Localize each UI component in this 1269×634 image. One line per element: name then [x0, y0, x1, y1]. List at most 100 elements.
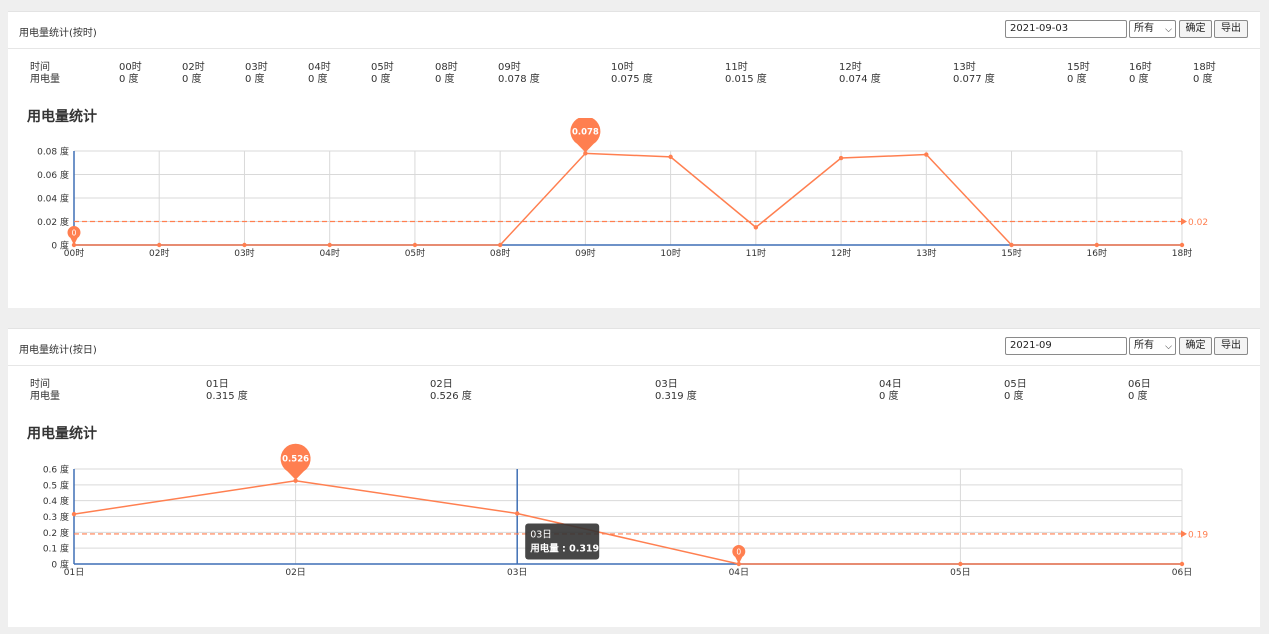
hourly-line-chart: 0 度0.02 度0.04 度0.06 度0.08 度00时 02时 03时 04时 0… — [37, 118, 1208, 259]
usage-cell: 0.078 度 — [498, 74, 540, 85]
x-tick-label: 10时 — [660, 247, 680, 259]
y-tick-label: 0.2 度 — [43, 527, 69, 539]
data-point — [1179, 561, 1185, 567]
y-tick-label: 0.04 度 — [37, 193, 69, 205]
usage-cell: 0.526 度 — [430, 391, 472, 402]
data-point — [71, 511, 77, 517]
hourly-panel: 用电量统计(按时) 2021-09-03 所有 ⌵ 确定 导出 时间 用电量 00… — [8, 11, 1260, 308]
time-cell: 18时 — [1193, 62, 1216, 73]
data-point — [497, 242, 503, 248]
usage-cell: 0 度 — [308, 74, 328, 85]
usage-cell: 0 度 — [245, 74, 265, 85]
data-point — [924, 152, 929, 157]
x-tick-label: 05日 — [950, 567, 970, 578]
data-point — [242, 242, 247, 248]
usage-cell: 0.015 度 — [725, 74, 767, 85]
date-input[interactable]: 2021-09 — [1005, 337, 1127, 355]
x-tick-label: 13时 — [916, 247, 936, 259]
x-tick-label: 04时 — [319, 247, 339, 259]
series-line — [74, 152, 1182, 246]
x-tick-label: 05时 — [405, 247, 425, 259]
export-button[interactable]: 导出 — [1214, 20, 1248, 38]
scope-select[interactable]: 所有 ⌵ — [1129, 20, 1176, 38]
y-tick-label: 0.02 度 — [37, 216, 69, 228]
max-marker-label: 0.526 — [282, 455, 309, 465]
select-value: 所有 — [1134, 340, 1154, 351]
time-cell: 13时 — [953, 62, 976, 73]
x-tick-label: 09时 — [575, 247, 595, 259]
panel-header: 用电量统计(按日) 2021-09 所有 ⌵ 确定 导出 — [8, 329, 1260, 366]
x-tick-label: 12时 — [831, 247, 851, 259]
usage-cell: 0 度 — [371, 74, 391, 85]
y-tick-label: 0.4 度 — [43, 495, 69, 507]
row-label-time: 时间 — [30, 379, 50, 390]
x-tick-label: 01日 — [64, 567, 84, 578]
x-tick-label: 06日 — [1172, 567, 1192, 578]
time-cell: 08时 — [435, 62, 458, 73]
confirm-button[interactable]: 确定 — [1179, 337, 1212, 355]
scope-select[interactable]: 所有 ⌵ — [1129, 337, 1176, 355]
usage-cell: 0 度 — [119, 74, 139, 85]
panel-title: 用电量统计(按日) — [19, 345, 97, 356]
x-tick-label: 02日 — [285, 567, 305, 578]
data-point — [515, 511, 520, 516]
x-tick-label: 03时 — [234, 247, 254, 259]
export-button[interactable]: 导出 — [1214, 337, 1248, 355]
average-line-label: 0.02 — [1188, 218, 1208, 228]
usage-cell: 0 度 — [879, 391, 899, 402]
x-tick-label: 00时 — [64, 247, 84, 259]
data-table: 时间 用电量 01日 0.315 度 02日 0.526 度 03日 0.319 度 04日… — [8, 379, 1260, 405]
panel-header: 用电量统计(按时) 2021-09-03 所有 ⌵ 确定 导出 — [8, 12, 1260, 49]
time-cell: 03时 — [245, 62, 268, 73]
x-tick-label: 08时 — [490, 247, 510, 259]
time-cell: 09时 — [498, 62, 521, 73]
usage-cell: 0 度 — [1004, 391, 1024, 402]
chevron-down-icon: ⌵ — [1165, 342, 1172, 352]
y-tick-label: 0.3 度 — [43, 511, 69, 523]
time-cell: 11时 — [725, 62, 748, 73]
time-cell: 02时 — [182, 62, 205, 73]
time-cell: 04日 — [879, 379, 902, 390]
series-line — [73, 479, 1182, 565]
date-input[interactable]: 2021-09-03 — [1005, 20, 1127, 38]
min-marker-label: 0 — [736, 548, 741, 557]
usage-cell: 0.075 度 — [611, 74, 653, 85]
usage-cell: 0 度 — [1128, 391, 1148, 402]
usage-cell: 0 度 — [1193, 74, 1213, 85]
confirm-button[interactable]: 确定 — [1179, 20, 1212, 38]
x-tick-label: 18时 — [1172, 247, 1192, 259]
average-line-label: 0.19 — [1188, 530, 1208, 540]
row-label-usage: 用电量 — [30, 391, 60, 402]
y-tick-label: 0.08 度 — [37, 146, 69, 158]
average-line-arrow — [1181, 218, 1187, 225]
chevron-down-icon: ⌵ — [1165, 25, 1172, 35]
time-cell: 03日 — [655, 379, 678, 390]
select-value: 所有 — [1134, 23, 1154, 34]
data-point — [753, 225, 759, 230]
data-point — [1009, 242, 1014, 248]
data-point — [1094, 242, 1099, 248]
daily-line-chart: 0 度0.1 度0.2 度0.3 度0.4 度0.5 度0.6 度01日 02日 0… — [43, 443, 1208, 578]
data-point — [412, 242, 418, 248]
data-point — [958, 561, 963, 567]
time-cell: 10时 — [611, 62, 634, 73]
panel-title: 用电量统计(按时) — [19, 28, 97, 39]
time-cell: 16时 — [1129, 62, 1152, 73]
y-tick-label: 0.5 度 — [43, 479, 69, 491]
data-point — [668, 154, 673, 160]
usage-cell: 0.319 度 — [655, 391, 697, 402]
row-label-time: 时间 — [30, 62, 50, 73]
tooltip-value: 用电量 : 0.319 — [529, 542, 599, 554]
time-cell: 15时 — [1067, 62, 1090, 73]
x-tick-label: 03日 — [507, 567, 527, 578]
x-tick-label: 16时 — [1087, 247, 1107, 259]
time-cell: 05日 — [1004, 379, 1027, 390]
x-tick-label: 15时 — [1001, 247, 1021, 259]
usage-cell: 0 度 — [435, 74, 455, 85]
usage-cell: 0 度 — [182, 74, 202, 85]
time-cell: 12时 — [839, 62, 862, 73]
time-cell: 00时 — [119, 62, 142, 73]
x-tick-label: 02时 — [149, 247, 169, 259]
tooltip-title: 03日 — [530, 529, 552, 540]
usage-cell: 0 度 — [1067, 74, 1087, 85]
